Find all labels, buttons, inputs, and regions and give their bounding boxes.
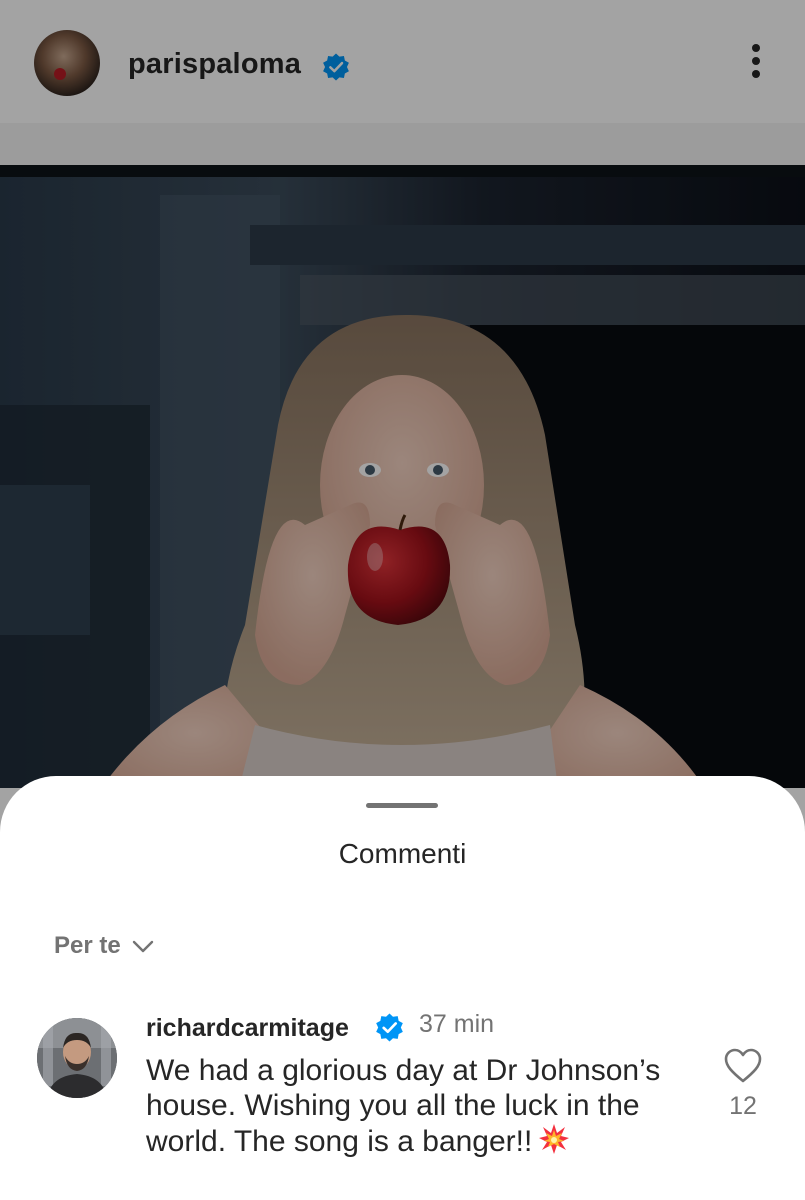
sheet-title: Commenti bbox=[338, 838, 467, 869]
like-count: 12 bbox=[729, 1092, 757, 1120]
sheet-drag-handle[interactable] bbox=[366, 803, 438, 808]
comment-item: richardcarmitage 37 min We had a gloriou… bbox=[0, 1008, 805, 1198]
sort-label: Per te bbox=[54, 932, 121, 959]
heart-icon[interactable] bbox=[724, 1048, 762, 1084]
comment-text: We had a glorious day at Dr Johnson’s ho… bbox=[146, 1054, 691, 1160]
comments-sheet: Commenti Per te richardcarmitage 37 min bbox=[0, 776, 805, 1200]
collision-burst-icon bbox=[539, 1124, 570, 1154]
comment-author-username[interactable]: richardcarmitage bbox=[146, 1014, 349, 1043]
comment-body: We had a glorious day at Dr Johnson’s ho… bbox=[146, 1054, 661, 1158]
verified-badge-icon bbox=[376, 1013, 403, 1042]
sort-dropdown[interactable]: Per te bbox=[54, 931, 155, 961]
comment-timestamp: 37 min bbox=[419, 1010, 495, 1038]
comment-author-avatar[interactable] bbox=[37, 1018, 117, 1098]
chevron-down-icon bbox=[132, 940, 153, 953]
